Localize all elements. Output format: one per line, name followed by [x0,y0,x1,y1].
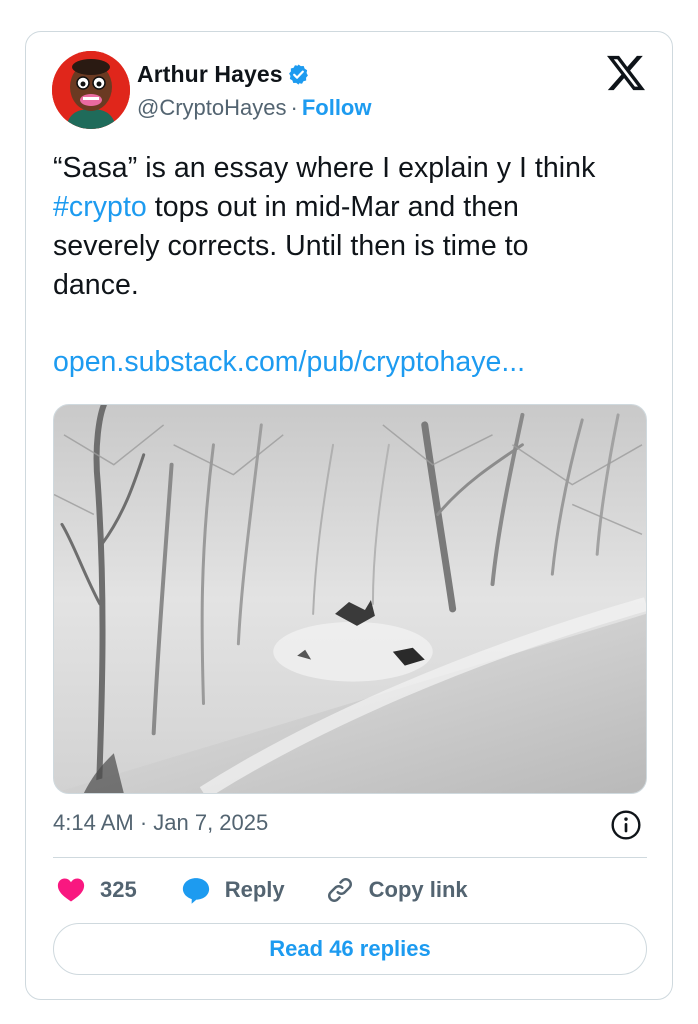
copy-link-label: Copy link [368,877,468,902]
hashtag-link[interactable]: #crypto [53,191,147,223]
avatar[interactable] [52,51,130,129]
tweet-text: “Sasa” is an essay where I explain y I t… [53,149,653,305]
tweet-line-2: #crypto tops out in mid-Mar and then [53,188,653,227]
tweet-card: Arthur Hayes @CryptoHayes · Follow “Sasa” … [25,31,673,1000]
author-handle-row: @CryptoHayes · Follow [137,95,371,121]
tweet-line-1: “Sasa” is an essay where I explain y I t… [53,152,596,184]
tweet-line-2-text: tops out in mid-Mar and then [146,191,519,223]
divider [53,857,647,858]
author-name[interactable]: Arthur Hayes [137,61,283,88]
like-button[interactable]: 325 [56,875,141,905]
tweet-actions: 325 Reply Copy link [56,872,508,908]
follow-button[interactable]: Follow [302,95,372,120]
reply-button[interactable]: Reply [181,875,285,905]
reply-label: Reply [224,877,285,902]
copy-link-button[interactable]: Copy link [325,875,468,905]
author-name-row: Arthur Hayes [137,61,310,88]
info-icon[interactable] [610,809,642,841]
verified-badge-icon [288,64,308,85]
link-icon [327,878,352,902]
heart-icon [57,878,85,902]
author-handle[interactable]: @CryptoHayes [137,95,287,120]
like-count: 325 [100,877,137,902]
tweet-line-4: dance. [53,269,139,301]
separator-dot: · [290,95,298,120]
reply-bubble-icon [182,878,209,904]
x-logo-icon[interactable] [607,54,645,92]
tweet-media-image[interactable] [53,404,647,794]
read-replies-button[interactable]: Read 46 replies [53,923,647,975]
tweet-line-3: severely corrects. Until then is time to [53,230,529,262]
tweet-timestamp[interactable]: 4:14 AM · Jan 7, 2025 [53,810,268,836]
article-link[interactable]: open.substack.com/pub/cryptohaye... [53,346,525,379]
cartoon-avatar-icon [52,51,130,129]
snowy-forest-photo-icon [54,405,646,793]
